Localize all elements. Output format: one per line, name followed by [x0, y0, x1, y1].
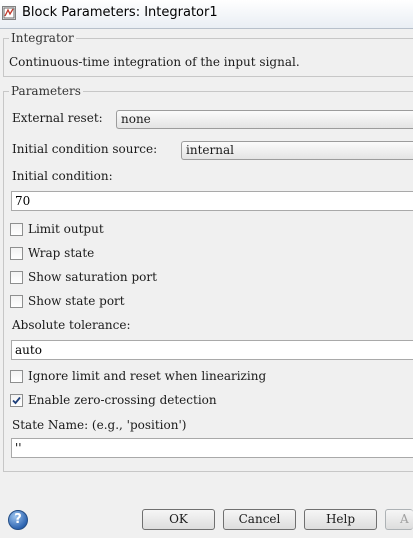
zero-crossing-label: Enable zero-crossing detection: [28, 393, 217, 407]
parameters-legend: Parameters: [11, 84, 81, 98]
ic-source-dropdown[interactable]: internal: [181, 141, 413, 160]
absolute-tolerance-value: auto: [15, 343, 42, 357]
show-state-port-checkbox[interactable]: [10, 295, 23, 308]
ignore-limit-checkbox[interactable]: [10, 370, 23, 383]
ic-source-label: Initial condition source:: [12, 142, 158, 156]
absolute-tolerance-field[interactable]: auto: [11, 340, 413, 360]
title-bar: Block Parameters: Integrator1: [0, 0, 413, 29]
ignore-limit-label: Ignore limit and reset when linearizing: [28, 369, 267, 383]
checkmark-icon: [12, 396, 21, 405]
show-saturation-port-checkbox[interactable]: [10, 271, 23, 284]
block-description: Continuous-time integration of the input…: [9, 55, 300, 69]
apply-button[interactable]: A: [385, 509, 413, 530]
state-name-value: '': [15, 441, 22, 455]
show-saturation-port-label: Show saturation port: [28, 270, 157, 284]
block-description-group: Integrator: [3, 31, 413, 77]
initial-condition-label: Initial condition:: [12, 169, 113, 183]
ok-button[interactable]: OK: [142, 509, 215, 530]
state-name-field[interactable]: '': [11, 438, 413, 458]
initial-condition-field[interactable]: 70: [11, 191, 413, 211]
absolute-tolerance-label: Absolute tolerance:: [12, 318, 131, 332]
external-reset-value: none: [121, 112, 151, 126]
block-legend: Integrator: [11, 31, 74, 45]
question-mark-icon[interactable]: ?: [8, 510, 28, 530]
ic-source-value: internal: [186, 143, 234, 157]
external-reset-dropdown[interactable]: none: [116, 110, 413, 129]
limit-output-label: Limit output: [28, 222, 104, 236]
help-button[interactable]: Help: [304, 509, 377, 530]
external-reset-label: External reset:: [12, 111, 103, 125]
simulink-block-icon: [2, 6, 16, 20]
show-state-port-label: Show state port: [28, 294, 125, 308]
wrap-state-checkbox[interactable]: [10, 247, 23, 260]
initial-condition-value: 70: [15, 194, 31, 208]
window-title: Block Parameters: Integrator1: [22, 5, 218, 20]
wrap-state-label: Wrap state: [28, 246, 95, 260]
zero-crossing-checkbox[interactable]: [10, 394, 23, 407]
limit-output-checkbox[interactable]: [10, 223, 23, 236]
state-name-label: State Name: (e.g., 'position'): [12, 418, 187, 432]
cancel-button[interactable]: Cancel: [223, 509, 296, 530]
